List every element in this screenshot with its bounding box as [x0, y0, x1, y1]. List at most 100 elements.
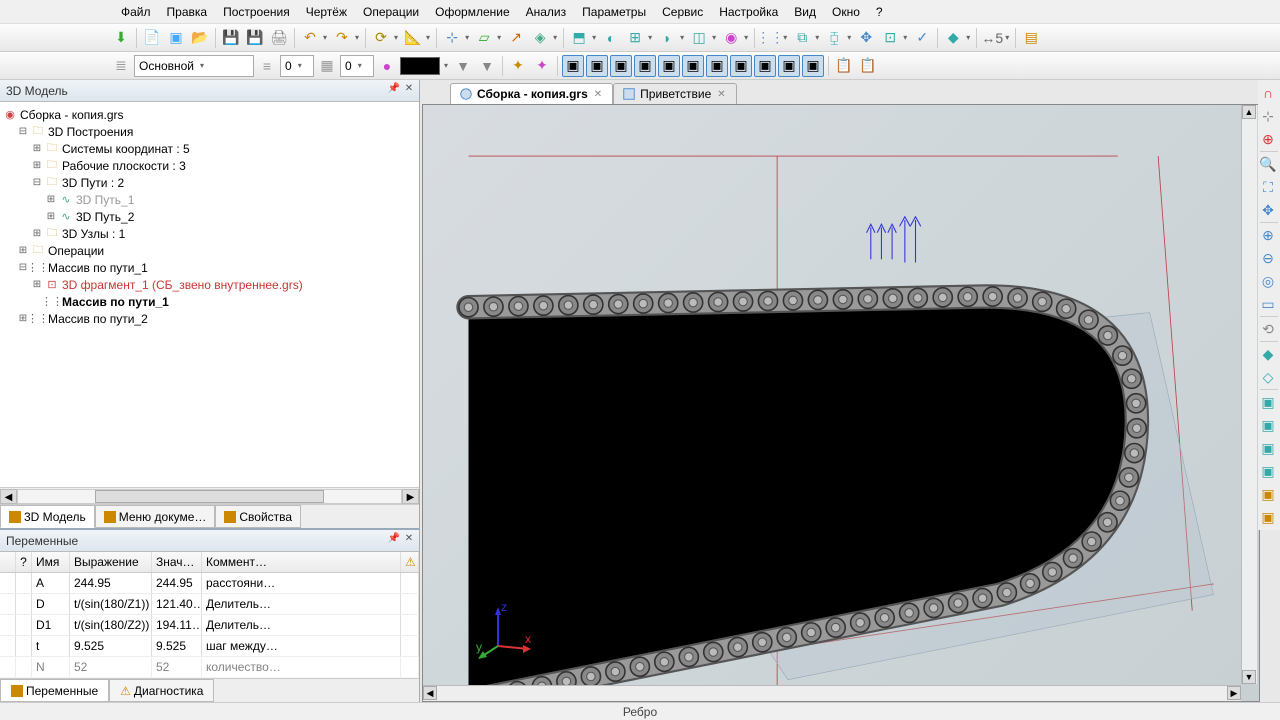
print-icon[interactable]: 🖨 [268, 27, 290, 49]
rebuild-icon[interactable]: ⟳ [370, 27, 392, 49]
dim-icon[interactable]: ↔5 [981, 27, 1003, 49]
rotate-icon[interactable]: ⟲ [1258, 318, 1278, 340]
scroll-up-icon[interactable]: ▲ [1242, 105, 1256, 119]
save-icon[interactable]: 💾 [220, 27, 242, 49]
tree-array-path-1[interactable]: ⋮⋮Массив по пути_1 [2, 293, 417, 310]
tree-csys[interactable]: ⊞🗀Системы координат : 5 [2, 140, 417, 157]
menu-operations[interactable]: Операции [357, 3, 425, 21]
tab-properties[interactable]: Свойства [215, 505, 301, 528]
layers-icon[interactable]: ≡ [256, 55, 278, 77]
menu-drawing[interactable]: Чертёж [300, 3, 353, 21]
hole-icon[interactable]: ◉ [720, 27, 742, 49]
model-tree[interactable]: ◉Сборка - копия.grs ⊟🗀3D Построения ⊞🗀Си… [0, 102, 419, 487]
close-tab-icon[interactable]: ✕ [592, 89, 604, 100]
tree-path-1[interactable]: ⊞∿3D Путь_1 [2, 191, 417, 208]
axis-gizmo[interactable]: z x y [473, 601, 533, 661]
viewport-vscroll[interactable]: ▲ ▼ [1241, 105, 1257, 684]
table-row[interactable]: D1t/(sin(180/Z2))194.11…Делитель… [0, 615, 419, 636]
doc-tab-welcome[interactable]: Приветствие ✕ [613, 83, 737, 104]
view2-icon[interactable]: ▣ [1258, 414, 1278, 436]
tree-3d-nodes[interactable]: ⊞🗀3D Узлы : 1 [2, 225, 417, 242]
view5-icon[interactable]: ▣ [1258, 483, 1278, 505]
table-row[interactable]: A244.95244.95расстояни… [0, 573, 419, 594]
tree-3d-paths[interactable]: ⊟🗀3D Пути : 2 [2, 174, 417, 191]
close-icon[interactable]: ✕ [402, 533, 416, 547]
scroll-thumb[interactable] [95, 490, 325, 503]
sel3-icon[interactable]: ▣ [610, 55, 632, 77]
zoom-in-icon[interactable]: ⊕ [1258, 224, 1278, 246]
scroll-right-icon[interactable]: ▶ [402, 489, 419, 504]
measure-icon[interactable]: 📐 [402, 27, 424, 49]
csys-icon[interactable]: ⊹ [441, 27, 463, 49]
spin2[interactable]: 0▾ [340, 55, 374, 77]
view4-icon[interactable]: ▣ [1258, 460, 1278, 482]
filter1-icon[interactable]: ▼ [452, 55, 474, 77]
shell-icon[interactable]: ◫ [688, 27, 710, 49]
spin1[interactable]: 0▾ [280, 55, 314, 77]
shade-icon[interactable]: ◆ [1258, 343, 1278, 365]
tree-workplanes[interactable]: ⊞🗀Рабочие плоскости : 3 [2, 157, 417, 174]
menu-window[interactable]: Окно [826, 3, 866, 21]
tab-doc-menu[interactable]: Меню докуме… [95, 505, 216, 528]
tab-3d-model[interactable]: 3D Модель [0, 505, 95, 528]
sel6-icon[interactable]: ▣ [682, 55, 704, 77]
fillet-icon[interactable]: ◗ [656, 27, 678, 49]
scroll-left-icon[interactable]: ◀ [423, 686, 437, 700]
grid-icon[interactable]: ▦ [316, 55, 338, 77]
layer-icon[interactable]: ≣ [110, 55, 132, 77]
sel8-icon[interactable]: ▣ [730, 55, 752, 77]
menu-analysis[interactable]: Анализ [520, 3, 573, 21]
sel2-icon[interactable]: ▣ [586, 55, 608, 77]
copy-clip-icon[interactable]: 📋 [833, 55, 855, 77]
zoom-win-icon[interactable]: ▭ [1258, 293, 1278, 315]
zoom-out-icon[interactable]: ⊖ [1258, 247, 1278, 269]
tree-path-2[interactable]: ⊞∿3D Путь_2 [2, 208, 417, 225]
menu-help[interactable]: ? [870, 3, 889, 21]
sel7-icon[interactable]: ▣ [706, 55, 728, 77]
snap-icon[interactable]: ⊹ [1258, 105, 1278, 127]
zoom-sel-icon[interactable]: ◎ [1258, 270, 1278, 292]
array-icon[interactable]: ⋮⋮ [759, 27, 781, 49]
menu-setup[interactable]: Настройка [713, 3, 784, 21]
shade2-icon[interactable]: ◇ [1258, 366, 1278, 388]
redo-icon[interactable]: ↷ [331, 27, 353, 49]
undo-icon[interactable]: ↶ [299, 27, 321, 49]
copy-icon[interactable]: ⧉ [791, 27, 813, 49]
view6-icon[interactable]: ▣ [1258, 506, 1278, 528]
fit-icon[interactable]: ⛶ [1258, 176, 1278, 198]
filter2-icon[interactable]: ▼ [476, 55, 498, 77]
layer-combo[interactable]: Основной▾ [134, 55, 254, 77]
assembly-icon[interactable]: ⊡ [879, 27, 901, 49]
variables-table[interactable]: ? Имя Выражение Знач… Коммент… ⚠ A244.95… [0, 552, 419, 678]
scroll-down-icon[interactable]: ▼ [1242, 670, 1256, 684]
pin-icon[interactable]: 📌 [387, 533, 401, 547]
material-icon[interactable]: ◆ [942, 27, 964, 49]
menu-parameters[interactable]: Параметры [576, 3, 652, 21]
color-swatch[interactable] [400, 57, 440, 75]
viewport-hscroll[interactable]: ◀ ▶ [423, 685, 1241, 701]
sel5-icon[interactable]: ▣ [658, 55, 680, 77]
revolve-icon[interactable]: ◐ [600, 27, 622, 49]
star1-icon[interactable]: ✦ [507, 55, 529, 77]
sel4-icon[interactable]: ▣ [634, 55, 656, 77]
view1-icon[interactable]: ▣ [1258, 391, 1278, 413]
accept-icon[interactable]: ⬇ [110, 27, 132, 49]
doc-tab-assembly[interactable]: Сборка - копия.grs ✕ [450, 83, 613, 104]
menu-design[interactable]: Оформление [429, 3, 515, 21]
boolean-icon[interactable]: ⊞ [624, 27, 646, 49]
pan-icon[interactable]: ✥ [1258, 199, 1278, 221]
tree-3d-constructions[interactable]: ⊟🗀3D Построения [2, 123, 417, 140]
new-doc-icon[interactable]: 📄 [141, 27, 163, 49]
pin-icon[interactable]: 📌 [387, 83, 401, 97]
3d-viewport[interactable]: z x y ▲ ▼ ◀ ▶ [422, 104, 1260, 702]
extrude-icon[interactable]: ⬒ [568, 27, 590, 49]
close-tab-icon[interactable]: ✕ [715, 89, 727, 100]
tree-array-2[interactable]: ⊞⋮⋮Массив по пути_2 [2, 310, 417, 327]
scroll-left-icon[interactable]: ◀ [0, 489, 17, 504]
mirror-icon[interactable]: ⧮ [823, 27, 845, 49]
tree-root[interactable]: ◉Сборка - копия.grs [2, 106, 417, 123]
projection-icon[interactable]: ▤ [1020, 27, 1042, 49]
tree-operations[interactable]: ⊞🗀Операции [2, 242, 417, 259]
menu-construct[interactable]: Построения [217, 3, 296, 21]
save-as-icon[interactable]: 💾 [244, 27, 266, 49]
